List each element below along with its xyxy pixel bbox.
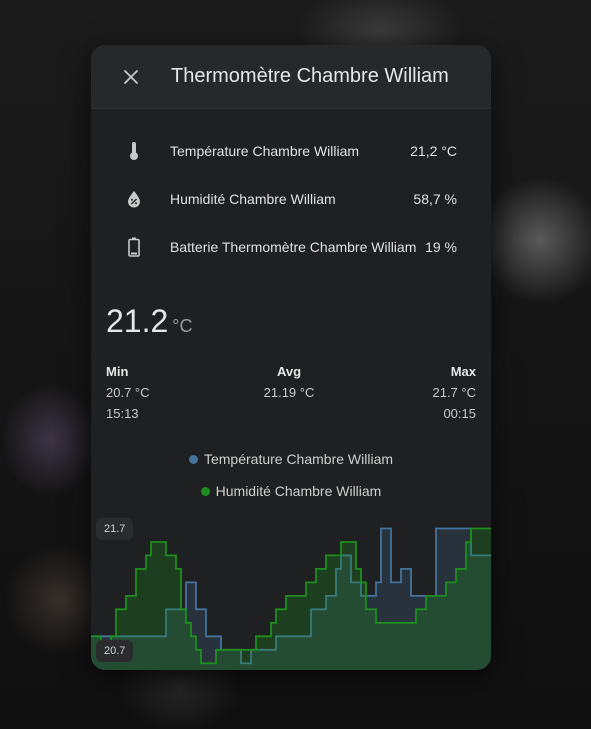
entity-name: Humidité Chambre William — [170, 191, 336, 207]
stat-time: 15:13 — [106, 406, 139, 421]
stat-max: Max 21.7 °C 00:15 — [432, 361, 476, 424]
entity-row-temperature[interactable]: Température Chambre William 21,2 °C — [91, 127, 491, 175]
entity-list: Température Chambre William 21,2 °C Humi… — [91, 109, 491, 271]
entity-row-battery[interactable]: Batterie Thermomètre Chambre William 19 … — [91, 223, 491, 271]
thermometer-icon — [125, 141, 143, 161]
entity-name: Batterie Thermomètre Chambre William — [170, 239, 417, 255]
current-state: 21.2 °C — [106, 303, 192, 340]
stat-label: Avg — [276, 364, 302, 379]
legend-item-temperature[interactable]: Température Chambre William — [91, 443, 491, 475]
state-unit: °C — [172, 316, 193, 336]
entity-value: 21,2 °C — [410, 143, 457, 159]
stat-value: 20.7 °C — [106, 385, 150, 400]
stat-label: Max — [450, 364, 476, 379]
dialog-title: Thermomètre Chambre William — [171, 65, 449, 87]
close-icon — [124, 69, 138, 84]
close-button[interactable] — [111, 57, 151, 97]
chart-legend: Température Chambre William Humidité Cha… — [91, 443, 491, 507]
water-percent-icon — [125, 189, 143, 209]
stat-min: Min 20.7 °C 15:13 — [106, 361, 150, 424]
legend-label: Humidité Chambre William — [215, 483, 382, 499]
entity-name: Température Chambre William — [170, 143, 360, 159]
entity-row-humidity[interactable]: Humidité Chambre William 58,7 % — [91, 175, 491, 223]
dialog-header: Thermomètre Chambre William — [91, 45, 491, 109]
stat-label: Min — [106, 364, 129, 379]
legend-dot — [188, 454, 198, 464]
stat-value: 21.19 °C — [263, 385, 315, 400]
legend-label: Température Chambre William — [203, 451, 394, 467]
state-value: 21.2 — [106, 303, 169, 339]
legend-item-humidity[interactable]: Humidité Chambre William — [91, 475, 491, 507]
stat-value: 21.7 °C — [432, 385, 476, 400]
stat-time: 00:15 — [443, 406, 476, 421]
chart-svg — [91, 527, 491, 670]
battery-icon — [125, 237, 143, 257]
history-chart[interactable]: 21.7 20.7 — [91, 507, 491, 670]
legend-dot — [200, 486, 210, 496]
more-info-dialog: Thermomètre Chambre William Température … — [91, 45, 491, 670]
entity-value: 58,7 % — [413, 191, 457, 207]
y-tick-label: 21.7 — [96, 518, 134, 540]
entity-value: 19 % — [425, 239, 457, 255]
stat-avg: Avg 21.19 °C — [254, 361, 324, 403]
y-tick-label: 20.7 — [96, 640, 134, 662]
